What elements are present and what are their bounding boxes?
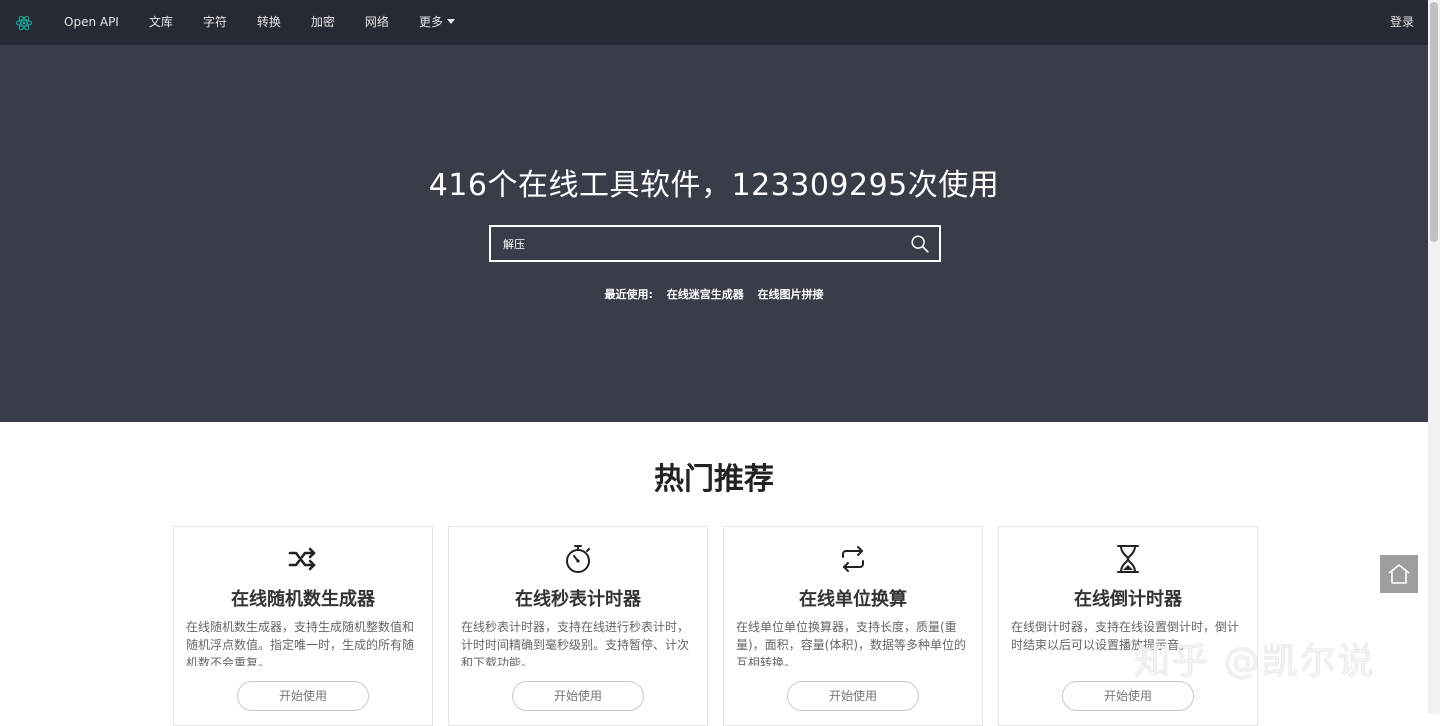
nav-item-encrypt[interactable]: 加密 <box>296 0 350 45</box>
top-navbar: Open API 文库 字符 转换 加密 网络 更多 登录 <box>0 0 1428 45</box>
back-to-top-button[interactable] <box>1380 555 1418 593</box>
nav-item-more[interactable]: 更多 <box>404 0 470 45</box>
card-icon-wrap <box>999 543 1257 575</box>
card-description: 在线随机数生成器，支持生成随机整数值和随机浮点数值。指定唯一时，生成的所有随机数… <box>186 620 415 666</box>
tool-card-unit-convert[interactable]: 在线单位换算 在线单位单位换算器，支持长度，质量(重量)，面积，容量(体积)，数… <box>723 526 983 726</box>
shuffle-icon <box>288 547 316 571</box>
card-icon-wrap <box>724 543 982 575</box>
section-title: 热门推荐 <box>654 462 774 497</box>
search-button[interactable] <box>909 233 931 255</box>
recent-used: 最近使用: 在线迷宫生成器 在线图片拼接 <box>0 286 1428 302</box>
hero-title: 416个在线工具软件，123309295次使用 <box>428 168 1000 203</box>
start-button[interactable]: 开始使用 <box>512 681 644 711</box>
start-button[interactable]: 开始使用 <box>237 681 369 711</box>
card-description: 在线秒表计时器，支持在线进行秒表计时，计时时间精确到毫秒级别。支持暂停、计次和下… <box>461 620 690 666</box>
nav-menu: Open API 文库 字符 转换 加密 网络 更多 <box>48 0 470 45</box>
tool-card-random-number[interactable]: 在线随机数生成器 在线随机数生成器，支持生成随机整数值和随机浮点数值。指定唯一时… <box>173 526 433 726</box>
nav-item-library[interactable]: 文库 <box>134 0 188 45</box>
scrollbar-thumb[interactable] <box>1430 2 1438 242</box>
atom-icon <box>15 15 33 30</box>
caret-down-icon <box>446 19 455 24</box>
login-link[interactable]: 登录 <box>1390 0 1414 45</box>
recent-link-maze-generator[interactable]: 在线迷宫生成器 <box>667 288 744 301</box>
nav-item-network[interactable]: 网络 <box>350 0 404 45</box>
card-description: 在线倒计时器，支持在线设置倒计时，倒计时结束以后可以设置播放提示音。 <box>1011 620 1240 652</box>
search-icon <box>911 235 929 253</box>
search-input[interactable] <box>503 227 893 260</box>
card-icon-wrap <box>449 543 707 575</box>
tool-card-stopwatch[interactable]: 在线秒表计时器 在线秒表计时器，支持在线进行秒表计时，计时时间精确到毫秒级别。支… <box>448 526 708 726</box>
card-title: 在线倒计时器 <box>1074 589 1182 610</box>
nav-item-more-label: 更多 <box>418 15 443 29</box>
card-icon-wrap <box>174 543 432 575</box>
recent-link-image-stitch[interactable]: 在线图片拼接 <box>758 288 824 301</box>
start-button[interactable]: 开始使用 <box>1062 681 1194 711</box>
home-icon <box>1388 564 1410 584</box>
nav-item-characters[interactable]: 字符 <box>188 0 242 45</box>
tool-card-countdown[interactable]: 在线倒计时器 在线倒计时器，支持在线设置倒计时，倒计时结束以后可以设置播放提示音… <box>998 526 1258 726</box>
recent-label: 最近使用: <box>604 288 653 301</box>
nav-item-convert[interactable]: 转换 <box>242 0 296 45</box>
card-title: 在线秒表计时器 <box>515 589 641 610</box>
repeat-icon <box>842 546 864 572</box>
stopwatch-icon <box>566 545 590 573</box>
card-title: 在线单位换算 <box>799 589 907 610</box>
card-description: 在线单位单位换算器，支持长度，质量(重量)，面积，容量(体积)，数据等多种单位的… <box>736 620 967 666</box>
card-title: 在线随机数生成器 <box>231 589 375 610</box>
search-box <box>489 225 941 262</box>
nav-item-open-api[interactable]: Open API <box>48 0 134 45</box>
hero-banner: 416个在线工具软件，123309295次使用 最近使用: 在线迷宫生成器 在线… <box>0 45 1428 422</box>
scrollbar[interactable] <box>1428 0 1440 714</box>
hourglass-icon <box>1117 545 1139 573</box>
logo[interactable] <box>0 0 48 45</box>
start-button[interactable]: 开始使用 <box>787 681 919 711</box>
